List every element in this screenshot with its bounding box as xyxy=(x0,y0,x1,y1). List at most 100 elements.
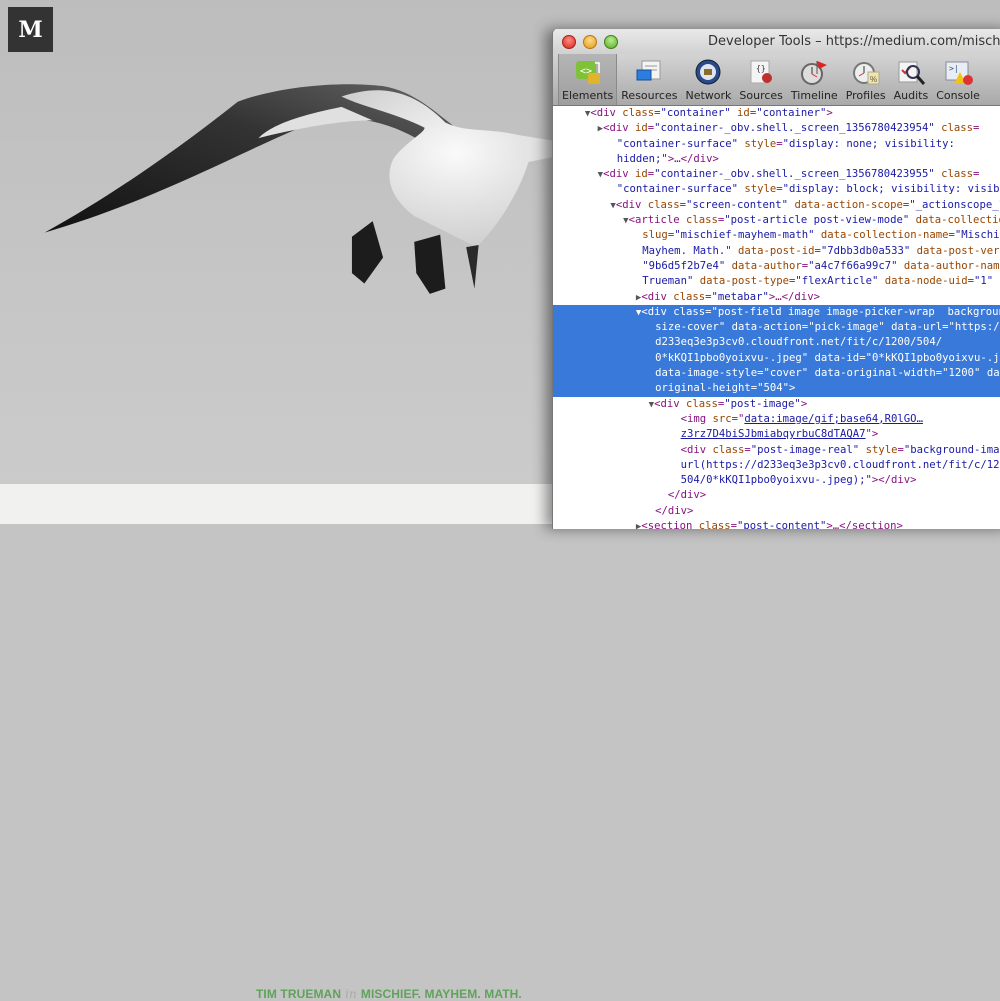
attribute-value: "_actionscope_1" xyxy=(909,198,1000,211)
dom-node-selected[interactable]: 0*kKQI1pbo0yoixvu-.jpeg" data-id="0*kKQI… xyxy=(553,350,1000,367)
minimize-window-button[interactable] xyxy=(583,35,597,49)
dom-node-line[interactable]: ▶<section class="post-content">…</sectio… xyxy=(553,519,1000,529)
attribute-name: style xyxy=(744,137,777,150)
attribute-name: data-author xyxy=(731,259,802,272)
attribute-name: id xyxy=(737,107,750,119)
tab-resources[interactable]: Resources xyxy=(617,54,681,105)
resources-icon xyxy=(636,60,661,81)
attribute-name: class xyxy=(941,168,974,181)
attribute-value: Trueman" xyxy=(642,275,694,288)
attribute-name: class xyxy=(712,443,745,456)
tag-text: </div> xyxy=(667,489,707,502)
dom-node-line[interactable]: <img src="data:image/gif;base64,R0lGO… xyxy=(553,412,1000,427)
dom-node-selected[interactable]: size-cover" data-action="pick-image" dat… xyxy=(553,320,1000,336)
tab-network[interactable]: Network xyxy=(681,54,735,105)
svg-text:%: % xyxy=(870,75,877,84)
medium-logo[interactable]: M xyxy=(8,7,53,52)
network-icon xyxy=(695,59,721,85)
attribute-name: class xyxy=(622,107,655,119)
dom-node-line[interactable]: "container-surface" style="display: bloc… xyxy=(553,182,1000,197)
tab-console[interactable]: >| Console xyxy=(932,54,984,105)
attribute-value: "1200" xyxy=(942,367,981,380)
dom-node-line[interactable]: ▼<div class="screen-content" data-action… xyxy=(553,198,1000,213)
attribute-value: Mayhem. Math." xyxy=(642,244,732,257)
dom-node-line[interactable]: hidden;">…</div> xyxy=(553,152,1000,167)
dom-node-line[interactable]: ▼<div class="post-image"> xyxy=(553,397,1000,412)
svg-text:{}: {} xyxy=(756,64,766,73)
attribute-name: data-image-style xyxy=(655,367,758,380)
attribute-value: "7dbb3db0a533" xyxy=(820,244,911,257)
attribute-name: data-collection- xyxy=(915,214,1000,227)
tab-profiles[interactable]: % Profiles xyxy=(842,54,890,105)
resource-link[interactable]: z3rz7D4biSJbmiabqyrbuC8dTAQA7 xyxy=(681,428,866,440)
dom-node-line[interactable]: </div> xyxy=(553,488,1000,503)
dom-node-line[interactable]: ▼<div id="container-_obv.shell._screen_1… xyxy=(553,167,1000,182)
dom-node-line[interactable]: "container-surface" style="display: none… xyxy=(553,137,1000,152)
tab-label: Network xyxy=(685,89,732,102)
attribute-value: "504" xyxy=(757,382,790,395)
tag-text: <div xyxy=(603,168,635,181)
audits-icon xyxy=(898,61,926,85)
tab-label: Resources xyxy=(621,89,678,102)
tab-sources[interactable]: {} Sources xyxy=(735,54,787,105)
dom-node-selected[interactable]: data-image-style="cover" data-original-w… xyxy=(553,366,1000,382)
attribute-value: "a4c7f66a99c7" xyxy=(808,259,898,272)
dom-node-line[interactable]: z3rz7D4biSJbmiabqyrbuC8dTAQA7"> xyxy=(553,427,1000,442)
tab-elements[interactable]: <> Elements xyxy=(558,54,618,105)
dom-node-line[interactable]: </div> xyxy=(553,504,1000,519)
attribute-name: data-url xyxy=(891,321,943,334)
tag-text: <article xyxy=(628,214,686,227)
elements-dom-tree[interactable]: ▼<div class="container" id="container"> … xyxy=(553,106,1000,529)
byline: TIM TRUEMAN in MISCHIEF. MAYHEM. MATH. xyxy=(256,987,522,1001)
window-title: Developer Tools – https://medium.com/mis… xyxy=(708,34,1000,49)
dom-node-line[interactable]: ▶<div class="metabar">…</div> xyxy=(553,290,1000,305)
resource-link[interactable]: data:image/gif;base64,R0lGO… xyxy=(744,413,923,425)
developer-tools-window: Developer Tools – https://medium.com/mis… xyxy=(552,29,1000,529)
close-window-button[interactable] xyxy=(562,35,576,49)
dom-node-line[interactable]: 504/0*kKQI1pbo0yoixvu-.jpeg);"></div> xyxy=(553,473,1000,488)
tag-text: <div xyxy=(615,198,648,211)
dom-node-line[interactable]: Trueman" data-post-type="flexArticle" da… xyxy=(553,274,1000,289)
devtools-toolbar: <> Elements Resources Network {} Sources Timel… xyxy=(553,54,1000,106)
attribute-value: "display: none; visibility: xyxy=(782,137,955,150)
attribute-value: "post-image-real" xyxy=(750,443,860,456)
dom-node-line[interactable]: "9b6d5f2b7e4" data-author="a4c7f66a99c7"… xyxy=(553,259,1000,274)
tab-timeline[interactable]: Timeline xyxy=(787,54,842,105)
svg-text:>|: >| xyxy=(949,64,959,73)
attribute-name: data-node-uid xyxy=(884,275,968,288)
tab-label: Sources xyxy=(739,89,783,102)
attribute-name: data- xyxy=(986,367,1000,380)
attribute-value: "flexArticle" xyxy=(795,275,879,288)
tag-text: <div xyxy=(603,122,635,135)
tab-audits[interactable]: Audits xyxy=(890,54,933,105)
dom-node-line[interactable]: <div class="post-image-real" style="back… xyxy=(553,443,1000,458)
dom-node-line[interactable]: ▶<div id="container-_obv.shell._screen_1… xyxy=(553,121,1000,136)
attribute-name: class xyxy=(686,214,718,227)
tab-label: Timeline xyxy=(790,89,838,102)
attribute-name: class xyxy=(685,397,718,410)
window-titlebar[interactable]: Developer Tools – https://medium.com/mis… xyxy=(553,29,1000,54)
tag-text: </div> xyxy=(655,504,694,517)
attribute-value: "9b6d5f2b7e4" xyxy=(642,259,726,272)
attribute-value: hidden;" xyxy=(616,152,668,165)
attribute-value: "post-image" xyxy=(724,397,801,410)
attribute-value: "container" xyxy=(660,107,731,119)
attribute-name: style xyxy=(865,443,898,456)
dom-node-selected[interactable]: original-height="504"> xyxy=(553,381,1000,397)
attribute-value: "https:// xyxy=(948,321,1000,334)
dom-node-line[interactable]: slug="mischief-mayhem-math" data-collect… xyxy=(553,228,1000,243)
dom-node-selected[interactable]: ▼<div class="post-field image image-pick… xyxy=(553,304,1000,321)
author-link[interactable]: TIM TRUEMAN xyxy=(256,987,341,1001)
dom-node-selected[interactable]: d233eq3e3p3cv0.cloudfront.net/fit/c/1200… xyxy=(553,335,1000,351)
tag-text: <div xyxy=(641,290,674,303)
attribute-value: "container-_obv.shell._screen_1356780423… xyxy=(654,168,935,181)
attribute-name: class xyxy=(647,198,680,211)
attribute-value: "post-article post-view-mode" xyxy=(724,214,910,227)
dom-node-line[interactable]: ▼<div class="container" id="container"> xyxy=(553,106,1000,121)
dom-node-line[interactable]: url(https://d233eq3e3p3cv0.cloudfront.ne… xyxy=(553,458,1000,473)
dom-node-line[interactable]: Mayhem. Math." data-post-id="7dbb3db0a53… xyxy=(553,244,1000,259)
zoom-window-button[interactable] xyxy=(604,35,618,49)
collection-link[interactable]: MISCHIEF. MAYHEM. MATH. xyxy=(361,987,522,1001)
dom-node-line[interactable]: ▼<article class="post-article post-view-… xyxy=(553,213,1000,228)
attribute-value: 0*kKQI1pbo0yoixvu-.jpeg" xyxy=(655,351,809,364)
